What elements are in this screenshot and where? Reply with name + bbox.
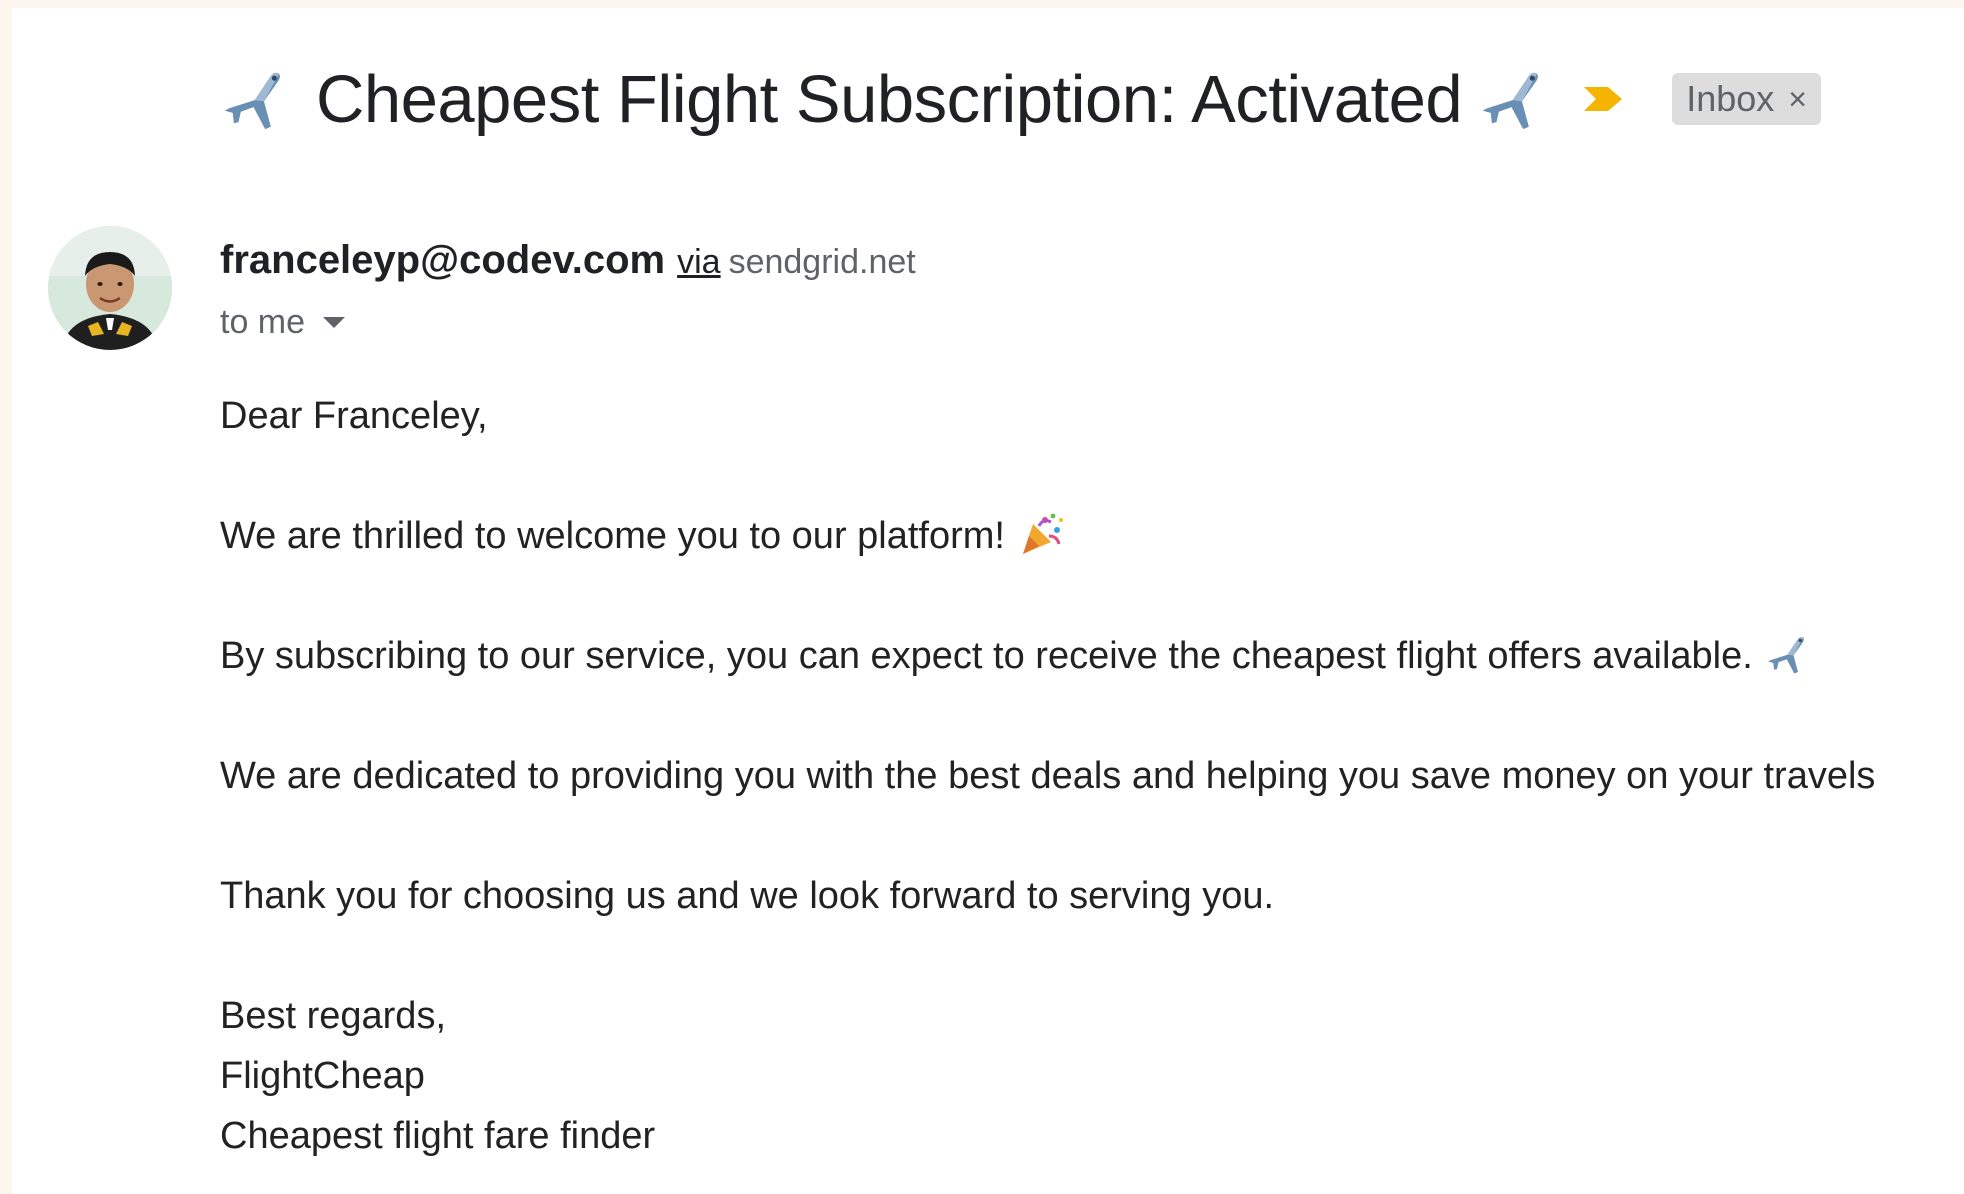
- avatar[interactable]: [48, 226, 172, 350]
- email-body: Dear Franceley, We are thrilled to welco…: [220, 386, 1964, 1166]
- sender-email[interactable]: franceleyp@codev.com: [220, 238, 665, 283]
- paragraph-welcome-text: We are thrilled to welcome you to our pl…: [220, 515, 1005, 557]
- greeting-text: Dear Franceley,: [220, 395, 488, 437]
- paragraph-welcome: We are thrilled to welcome you to our pl…: [220, 506, 1964, 566]
- airplane-icon: [220, 62, 294, 136]
- sender-line: franceleyp@codev.com via sendgrid.net: [220, 238, 916, 283]
- importance-marker-icon[interactable]: [1582, 81, 1628, 117]
- remove-label-icon[interactable]: ×: [1788, 81, 1807, 118]
- party-popper-icon: [1017, 510, 1065, 558]
- email-subject: Cheapest Flight Subscription: Activated: [316, 61, 1463, 137]
- paragraph-thanks-text: Thank you for choosing us and we look fo…: [220, 875, 1275, 917]
- recipient-text: to me: [220, 303, 306, 341]
- signature-tagline: Cheapest flight fare finder: [220, 1115, 656, 1157]
- paragraph-offers-text: By subscribing to our service, you can e…: [220, 635, 1753, 677]
- recipient-details-toggle[interactable]: to me: [220, 303, 346, 342]
- inbox-label-chip[interactable]: Inbox ×: [1672, 73, 1821, 125]
- via-link[interactable]: via: [677, 243, 720, 282]
- signature-name: FlightCheap: [220, 1055, 425, 1097]
- paragraph-deals-text: We are dedicated to providing you with t…: [220, 755, 1876, 797]
- via-domain: sendgrid.net: [728, 243, 916, 281]
- airplane-icon: [1478, 62, 1552, 136]
- signoff: Best regards,: [220, 995, 446, 1037]
- greeting: Dear Franceley,: [220, 386, 1964, 446]
- airplane-icon: [1765, 630, 1813, 678]
- paragraph-offers: By subscribing to our service, you can e…: [220, 626, 1964, 686]
- paragraph-deals: We are dedicated to providing you with t…: [220, 746, 1964, 806]
- subject-row: Cheapest Flight Subscription: Activated …: [220, 54, 1821, 144]
- inbox-label-text: Inbox: [1686, 78, 1775, 119]
- caret-down-icon[interactable]: [323, 317, 346, 328]
- paragraph-thanks: Thank you for choosing us and we look fo…: [220, 866, 1964, 926]
- email-view: Cheapest Flight Subscription: Activated …: [12, 8, 1964, 1194]
